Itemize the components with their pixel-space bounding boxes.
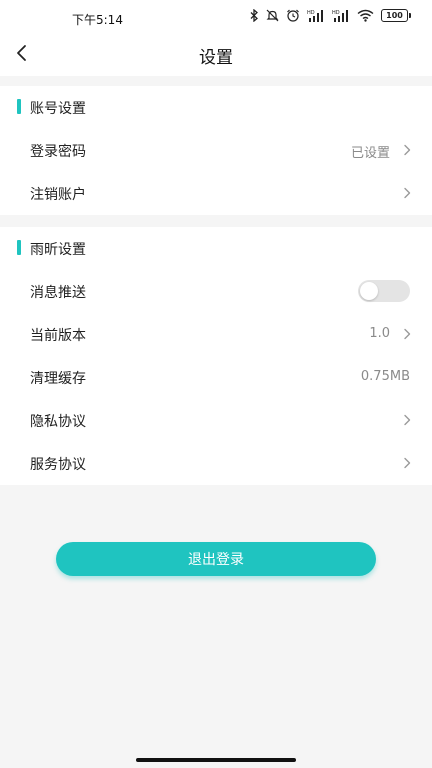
row-label: 消息推送 — [30, 285, 86, 301]
home-indicator — [136, 758, 296, 762]
row-label: 服务协议 — [30, 457, 86, 473]
alarm-icon — [287, 9, 299, 22]
account-settings-section: 账号设置 登录密码 已设置 注销账户 — [0, 86, 432, 215]
signal-icon: HD — [307, 10, 323, 22]
section-accent-bar — [17, 240, 21, 255]
chevron-right-icon — [404, 144, 411, 156]
row-value: 已设置 — [350, 146, 390, 161]
current-version-row[interactable]: 当前版本 1.0 — [0, 313, 432, 356]
chevron-right-icon — [404, 457, 411, 469]
bluetooth-icon — [250, 9, 258, 22]
signal-icon-2: HD — [332, 10, 348, 22]
section-title: 账号设置 — [30, 101, 86, 117]
login-password-row[interactable]: 登录密码 已设置 — [0, 129, 432, 172]
section-title: 雨昕设置 — [30, 242, 86, 258]
section-accent-bar — [17, 99, 21, 114]
row-label: 清理缓存 — [30, 371, 86, 387]
wifi-icon — [357, 9, 374, 22]
page-title: 设置 — [199, 48, 233, 68]
row-value: 0.75MB — [360, 369, 410, 384]
logout-button[interactable]: 退出登录 — [56, 542, 376, 576]
status-icons: HD HD 100 — [250, 9, 411, 22]
privacy-policy-row[interactable]: 隐私协议 — [0, 399, 432, 442]
svg-text:HD: HD — [332, 10, 340, 16]
clear-cache-row[interactable]: 清理缓存 0.75MB — [0, 356, 432, 399]
row-value: 1.0 — [369, 326, 390, 341]
chevron-right-icon — [404, 328, 411, 340]
delete-account-row[interactable]: 注销账户 — [0, 172, 432, 215]
message-push-row: 消息推送 — [0, 270, 432, 313]
section-header: 账号设置 — [0, 86, 432, 129]
toggle-knob — [360, 282, 378, 300]
status-time: 下午5:14 — [72, 13, 123, 27]
chevron-right-icon — [404, 187, 411, 199]
chevron-right-icon — [404, 414, 411, 426]
battery-icon: 100 — [381, 9, 411, 22]
row-label: 登录密码 — [30, 144, 86, 160]
mute-bell-icon — [266, 9, 279, 22]
section-header: 雨昕设置 — [0, 227, 432, 270]
status-bar: 下午5:14 HD HD 100 — [0, 0, 432, 30]
app-settings-section: 雨昕设置 消息推送 当前版本 1.0 清理缓存 0.75MB 隐私协议 服务协议 — [0, 227, 432, 485]
service-agreement-row[interactable]: 服务协议 — [0, 442, 432, 485]
message-push-toggle[interactable] — [358, 280, 410, 302]
row-label: 注销账户 — [30, 187, 86, 203]
row-label: 当前版本 — [30, 328, 86, 344]
nav-bar: 设置 — [0, 30, 432, 76]
svg-text:HD: HD — [307, 10, 315, 16]
row-label: 隐私协议 — [30, 414, 86, 430]
